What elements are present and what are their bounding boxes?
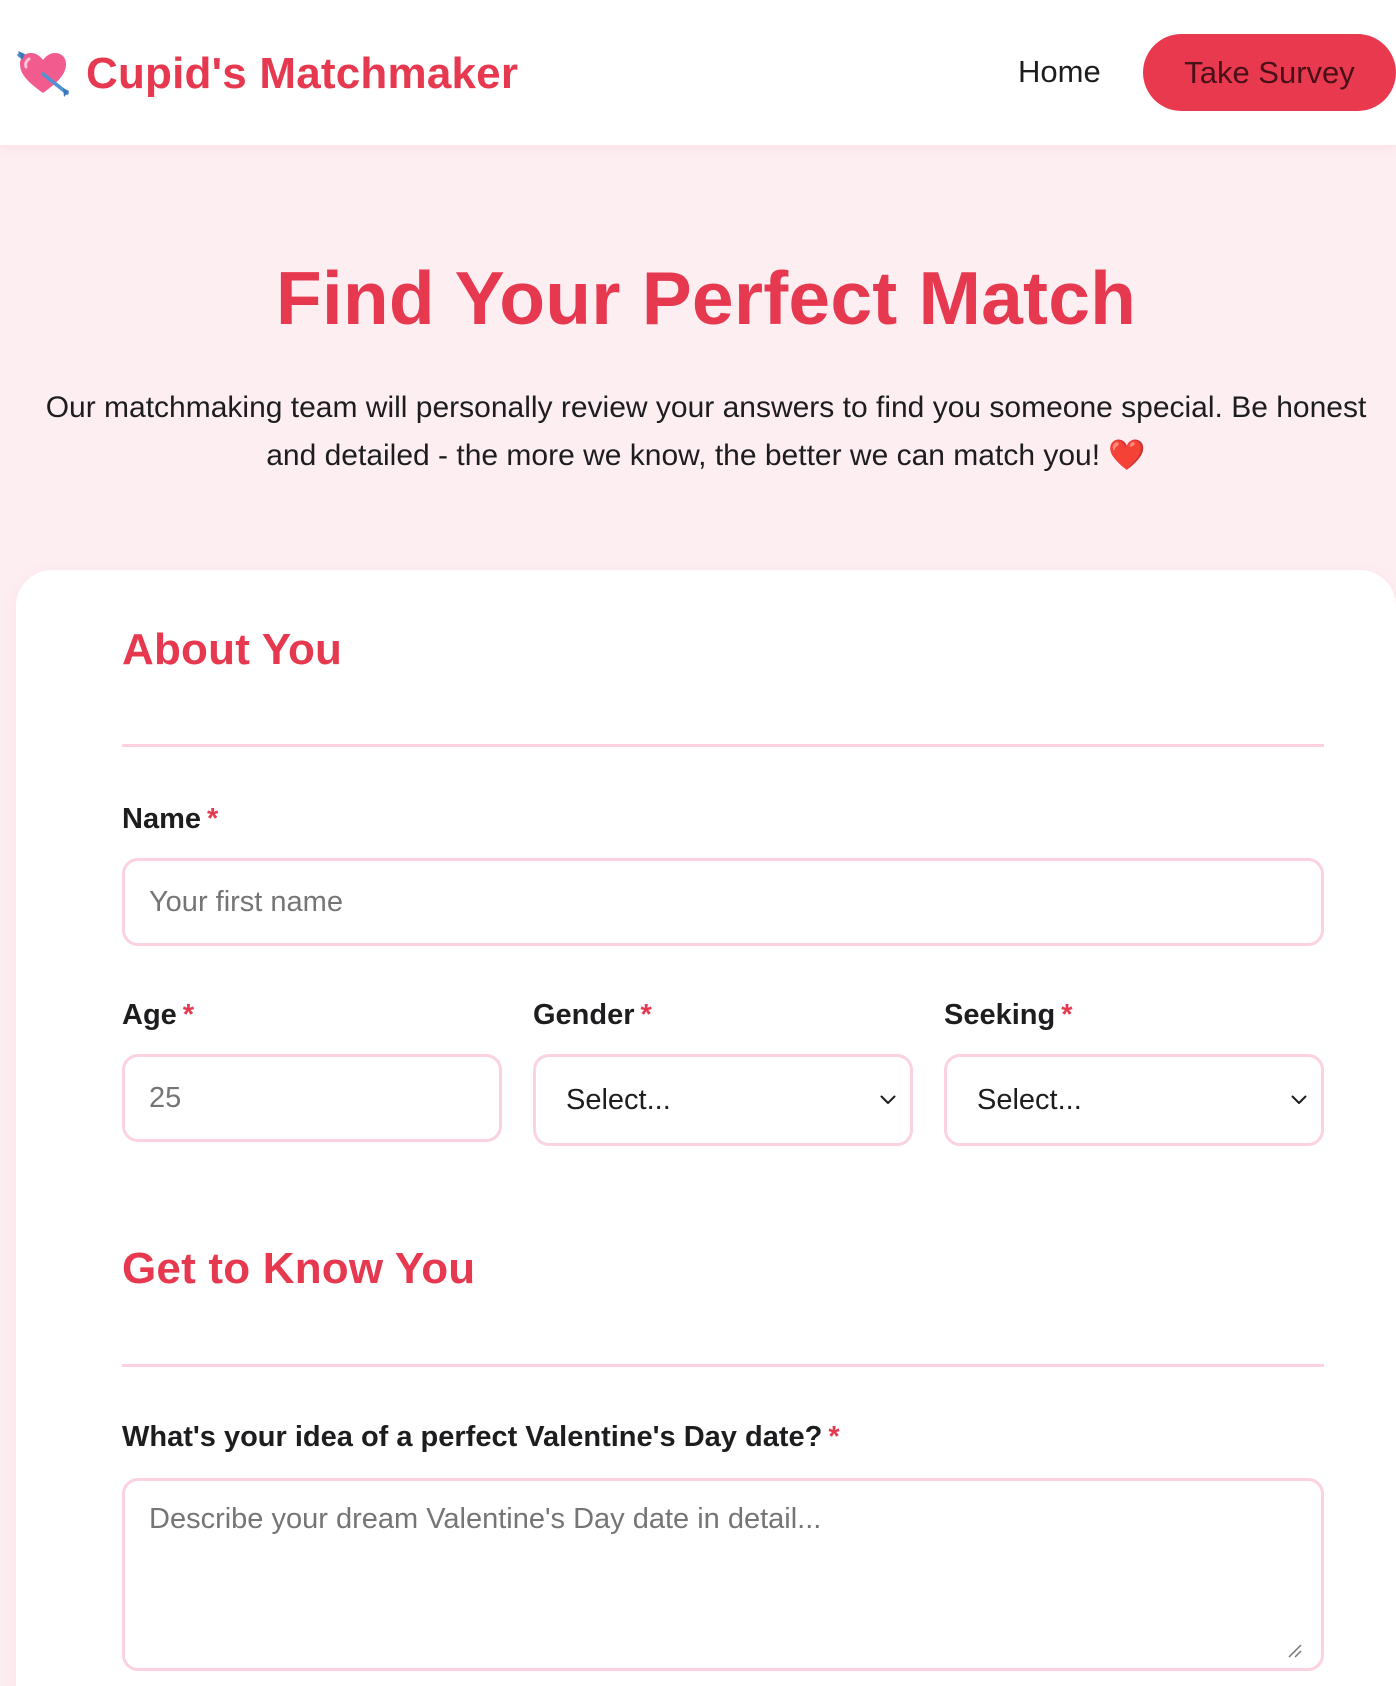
seeking-select[interactable]: Select... — [944, 1054, 1324, 1146]
brand-link[interactable]: Cupid's Matchmaker — [16, 44, 518, 104]
section-title-get-to-know-you: Get to Know You — [122, 1244, 476, 1293]
gender-label: Gender * — [533, 996, 652, 1034]
survey-page: Cupid's Matchmaker Home Take Survey Find… — [0, 0, 1396, 1686]
age-label: Age * — [122, 996, 194, 1034]
red-heart-icon: ❤️ — [1108, 439, 1146, 472]
take-survey-button[interactable]: Take Survey — [1143, 34, 1396, 111]
nav-home-link[interactable]: Home — [1018, 52, 1101, 92]
chevron-down-icon — [880, 1095, 896, 1104]
navbar: Cupid's Matchmaker Home Take Survey — [0, 0, 1396, 145]
valentine-date-label-text: What's your idea of a perfect Valentine'… — [122, 1421, 823, 1453]
seeking-label-text: Seeking — [944, 999, 1056, 1031]
seeking-select-value: Select... — [977, 1083, 1082, 1116]
gender-select-value: Select... — [566, 1083, 671, 1116]
intro-text: Our matchmaking team will personally rev… — [45, 391, 1367, 472]
required-marker: * — [207, 803, 219, 835]
gender-select[interactable]: Select... — [533, 1054, 913, 1146]
required-marker: * — [182, 999, 195, 1031]
section-title-about-you: About You — [122, 625, 343, 674]
name-label: Name * — [122, 800, 218, 838]
valentine-date-label: What's your idea of a perfect Valentine'… — [122, 1418, 840, 1456]
age-label-text: Age — [122, 999, 177, 1031]
heart-with-arrow-icon — [17, 51, 69, 97]
resize-handle-icon[interactable] — [1286, 1642, 1302, 1658]
survey-form-card: About You Name* Age* Gender* Select... S… — [16, 570, 1396, 1686]
section-divider — [122, 1364, 1324, 1367]
seeking-label: Seeking * — [944, 996, 1073, 1034]
chevron-down-icon — [1291, 1095, 1307, 1104]
section-divider — [122, 744, 1324, 747]
brand-name: Cupid's Matchmaker — [86, 49, 519, 98]
required-marker: * — [828, 1421, 840, 1453]
age-input[interactable] — [122, 1054, 502, 1142]
name-label-text: Name — [122, 803, 201, 835]
gender-label-text: Gender — [533, 999, 635, 1031]
page-title: Find Your Perfect Match — [275, 256, 1137, 340]
name-input[interactable] — [122, 858, 1324, 946]
required-marker: * — [640, 999, 652, 1031]
required-marker: * — [1061, 999, 1073, 1031]
valentine-date-textarea[interactable] — [122, 1478, 1324, 1671]
intro-paragraph: Our matchmaking team will personally rev… — [30, 384, 1382, 480]
